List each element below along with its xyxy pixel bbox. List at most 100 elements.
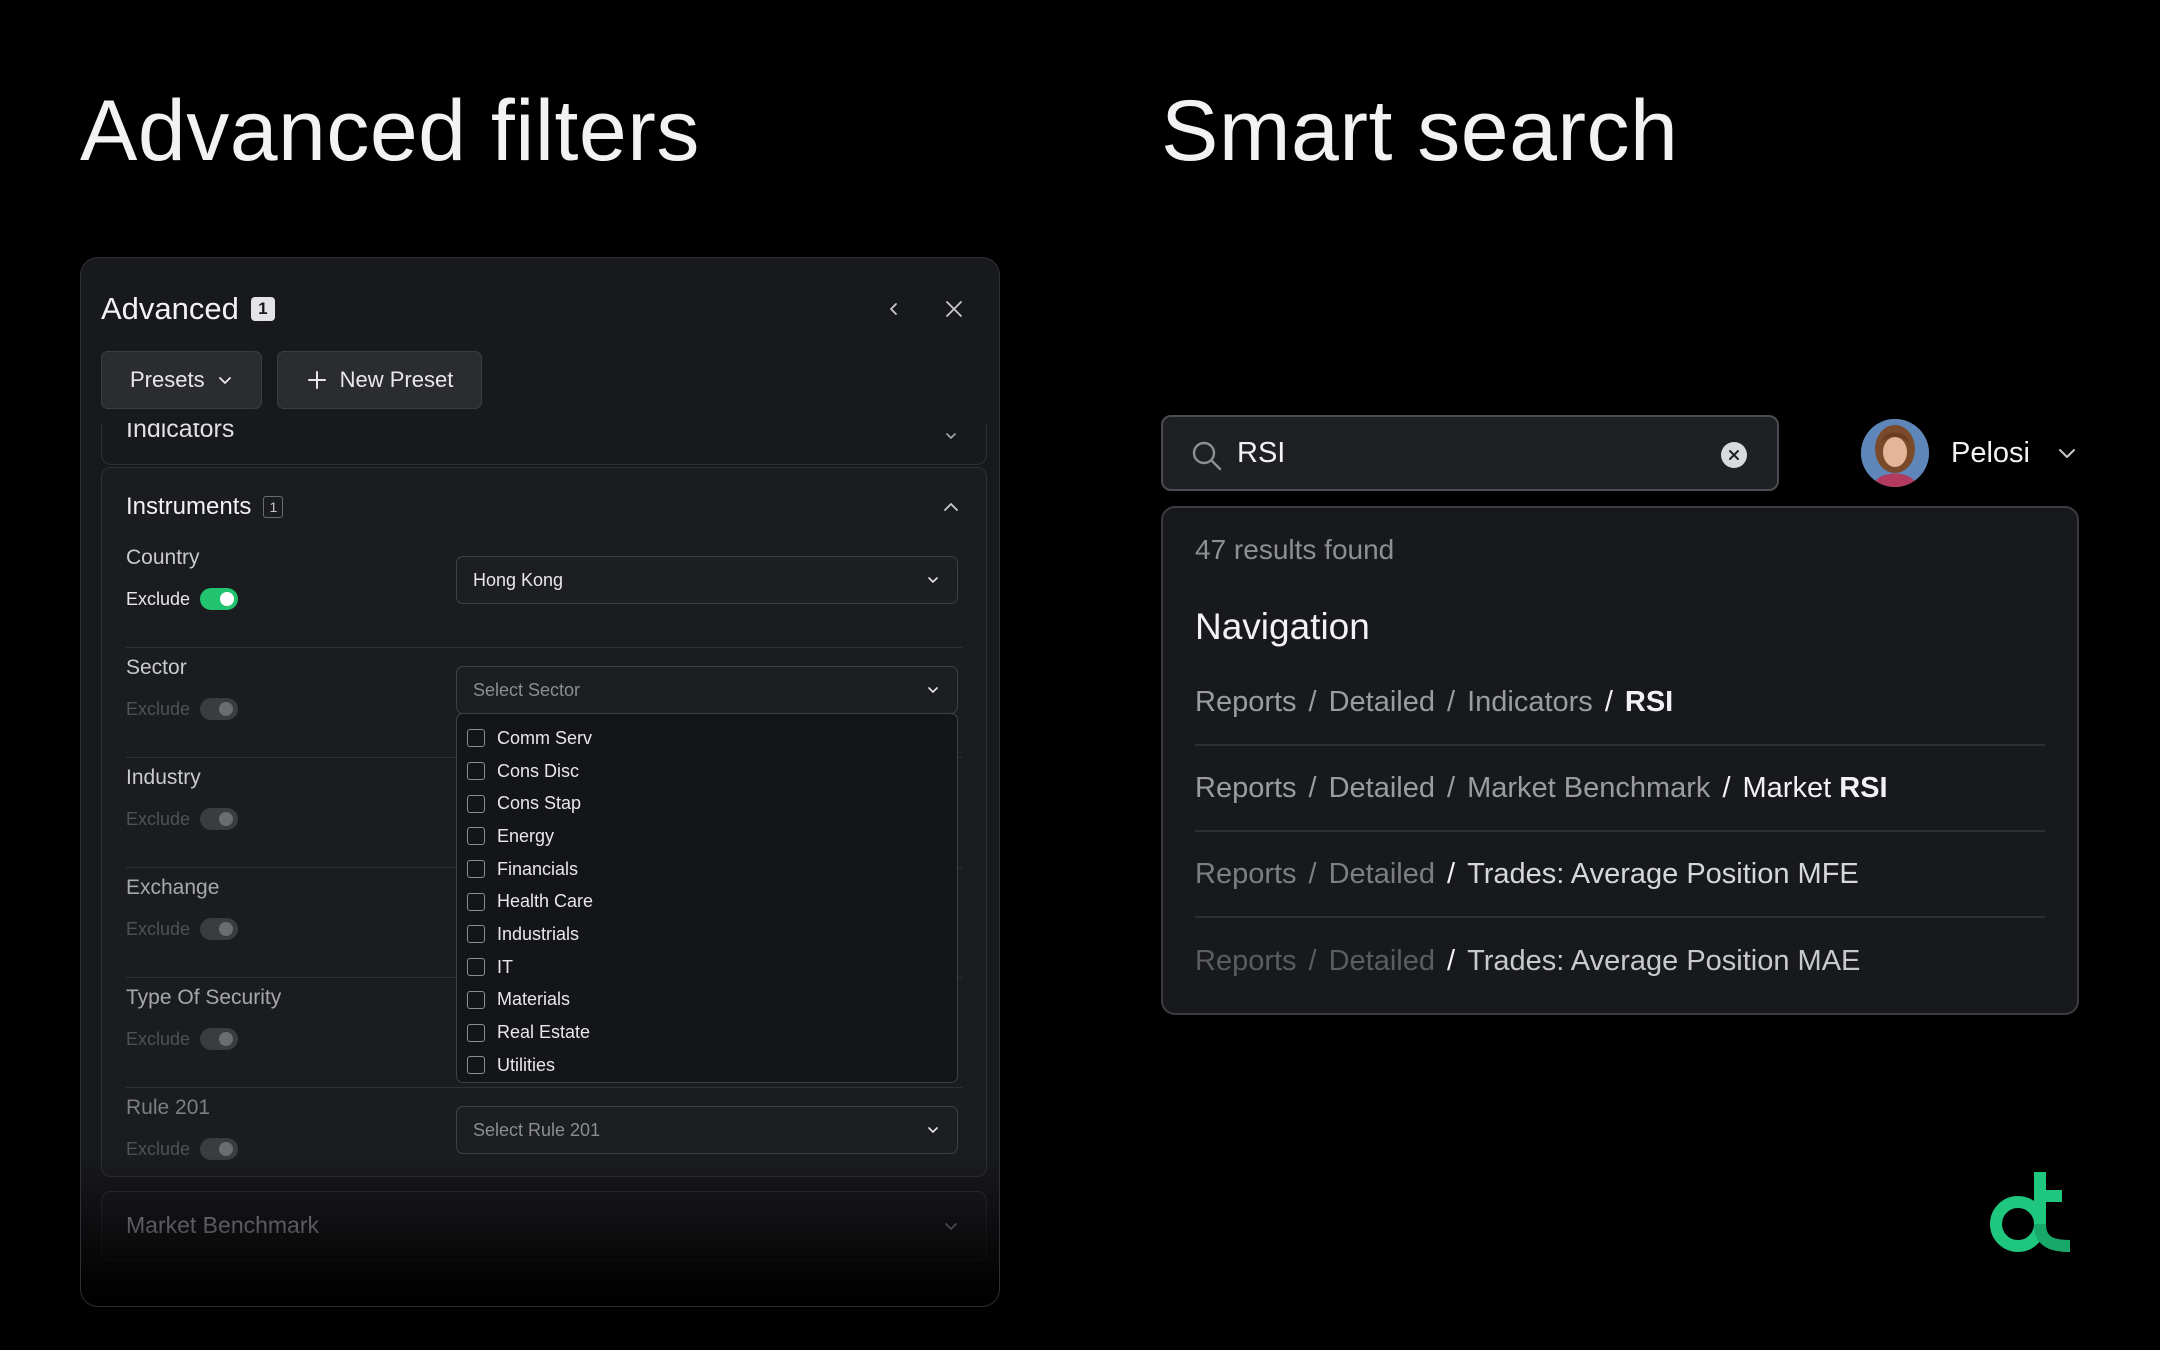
- rule201-exclude-toggle[interactable]: [200, 1138, 239, 1160]
- chevron-down-icon: [945, 1223, 957, 1231]
- checkbox[interactable]: [467, 762, 485, 781]
- sector-label: Sector: [126, 656, 187, 679]
- sector-option[interactable]: Real Estate: [467, 1016, 947, 1049]
- sector-option[interactable]: Cons Disc: [467, 755, 947, 788]
- checkbox[interactable]: [467, 958, 485, 977]
- sector-select[interactable]: Select Sector: [456, 666, 958, 714]
- sector-option[interactable]: Comm Serv: [467, 722, 947, 755]
- sector-option-label: Cons Stap: [497, 793, 582, 814]
- toggle-knob: [219, 1032, 234, 1046]
- breadcrumb-separator: /: [1308, 685, 1317, 718]
- country-value: Hong Kong: [473, 569, 564, 590]
- panel-toolbar: Presets New Preset: [101, 351, 483, 409]
- rule201-select[interactable]: Select Rule 201: [456, 1106, 958, 1154]
- industry-exclude: Exclude: [126, 808, 239, 830]
- instruments-title: Instruments: [126, 493, 252, 520]
- chevron-down-icon: [928, 1127, 938, 1134]
- checkbox[interactable]: [467, 1056, 485, 1075]
- search-input[interactable]: RSI: [1161, 415, 1779, 491]
- new-preset-button[interactable]: New Preset: [276, 351, 483, 409]
- close-icon: [946, 301, 962, 317]
- sector-option[interactable]: Cons Stap: [467, 787, 947, 820]
- sector-option[interactable]: Energy: [467, 820, 947, 853]
- checkbox[interactable]: [467, 827, 485, 846]
- clear-icon[interactable]: [1721, 442, 1747, 468]
- toggle-knob: [219, 922, 234, 936]
- chevron-down-icon: [2059, 449, 2075, 458]
- sector-option[interactable]: IT: [467, 951, 947, 984]
- indicators-section[interactable]: Indicators: [101, 423, 987, 465]
- search-value: RSI: [1237, 437, 1286, 469]
- user-name: Pelosi: [1951, 436, 2030, 469]
- user-menu[interactable]: Pelosi: [1861, 418, 2078, 488]
- toggle-knob: [219, 812, 234, 826]
- rule201-exclude: Exclude: [126, 1138, 239, 1160]
- search-result-item[interactable]: Reports / Detailed / Indicators / RSI: [1195, 660, 2045, 746]
- industry-exclude-toggle[interactable]: [200, 808, 239, 830]
- plus-icon: [307, 371, 326, 389]
- sector-placeholder: Select Sector: [473, 679, 581, 700]
- country-label: Country: [126, 546, 200, 569]
- exclude-label: Exclude: [126, 918, 191, 939]
- breadcrumb-separator: /: [1308, 771, 1317, 804]
- checkbox[interactable]: [467, 794, 485, 813]
- chevron-left-icon: [890, 303, 897, 315]
- market-benchmark-label: Market Benchmark: [126, 1212, 320, 1238]
- search-result-item[interactable]: Reports / Detailed / Market Benchmark / Market…: [1195, 746, 2045, 832]
- breadcrumb-separator: /: [1447, 685, 1456, 718]
- chevron-up-icon[interactable]: [942, 498, 960, 516]
- sector-option[interactable]: Utilities: [467, 1049, 947, 1082]
- checkbox[interactable]: [467, 860, 485, 879]
- toggle-knob: [219, 702, 234, 716]
- chevron-down-icon: [928, 687, 938, 694]
- breadcrumb-final: Trades: Average Position MAE: [1467, 945, 1860, 978]
- sector-option[interactable]: Financials: [467, 853, 947, 886]
- country-exclude: Exclude: [126, 588, 239, 610]
- country-exclude-toggle[interactable]: [200, 588, 239, 610]
- exchange-exclude-toggle[interactable]: [200, 918, 239, 940]
- result-title: Trades: Average Position MAE: [1467, 944, 1861, 977]
- checkbox[interactable]: [467, 925, 485, 944]
- advanced-filters-heading: Advanced filters: [80, 83, 700, 179]
- indicators-label: Indicators: [126, 423, 235, 443]
- brand-logo-icon: [1990, 1172, 2071, 1252]
- back-button[interactable]: [879, 294, 909, 324]
- presets-button[interactable]: Presets: [101, 351, 262, 409]
- sector-dropdown: Comm Serv Cons Disc Cons Stap Energy Financi…: [456, 713, 958, 1083]
- country-select[interactable]: Hong Kong: [456, 556, 958, 604]
- panel-title: Advanced: [101, 291, 239, 326]
- search-result-item[interactable]: Reports / Detailed / Trades: Average Positio…: [1195, 832, 2045, 918]
- breadcrumb-segment: Detailed: [1328, 685, 1436, 718]
- smart-search-heading: Smart search: [1161, 83, 1679, 179]
- sector-exclude-toggle[interactable]: [200, 698, 239, 720]
- search-result-item[interactable]: Reports / Detailed / Trades: Average Positio…: [1195, 918, 2045, 1004]
- breadcrumb-segment: Reports: [1195, 857, 1297, 890]
- checkbox[interactable]: [467, 729, 485, 748]
- checkbox[interactable]: [467, 990, 485, 1009]
- breadcrumb-segment: Reports: [1195, 771, 1297, 804]
- chevron-down-icon: [946, 433, 956, 440]
- type-of-security-exclude-toggle[interactable]: [200, 1028, 239, 1050]
- sector-option-label: Health Care: [497, 891, 594, 912]
- market-benchmark-section[interactable]: Market Benchmark: [101, 1191, 987, 1261]
- sector-option-label: Energy: [497, 825, 555, 846]
- sector-option[interactable]: Health Care: [467, 885, 947, 918]
- breadcrumb-separator: /: [1604, 685, 1613, 718]
- instruments-header[interactable]: Instruments 1: [126, 493, 284, 521]
- close-button[interactable]: [939, 294, 969, 324]
- panel-count-badge: 1: [250, 297, 275, 321]
- sector-option-label: Utilities: [497, 1054, 556, 1075]
- advanced-panel: Advanced 1 Presets New Preset Indicators…: [80, 257, 1000, 1307]
- sector-option-label: IT: [497, 956, 513, 977]
- panel-header: Advanced 1: [101, 284, 979, 334]
- toggle-knob: [219, 1142, 234, 1156]
- rule201-label: Rule 201: [126, 1096, 211, 1119]
- breadcrumb-separator: /: [1447, 857, 1456, 890]
- sector-option[interactable]: Materials: [467, 984, 947, 1017]
- checkbox[interactable]: [467, 892, 485, 911]
- result-title: Market: [1742, 771, 1840, 804]
- breadcrumb-segment: Indicators: [1467, 685, 1593, 718]
- breadcrumb-final: Market RSI: [1743, 772, 1888, 805]
- checkbox[interactable]: [467, 1023, 485, 1042]
- sector-option[interactable]: Industrials: [467, 918, 947, 951]
